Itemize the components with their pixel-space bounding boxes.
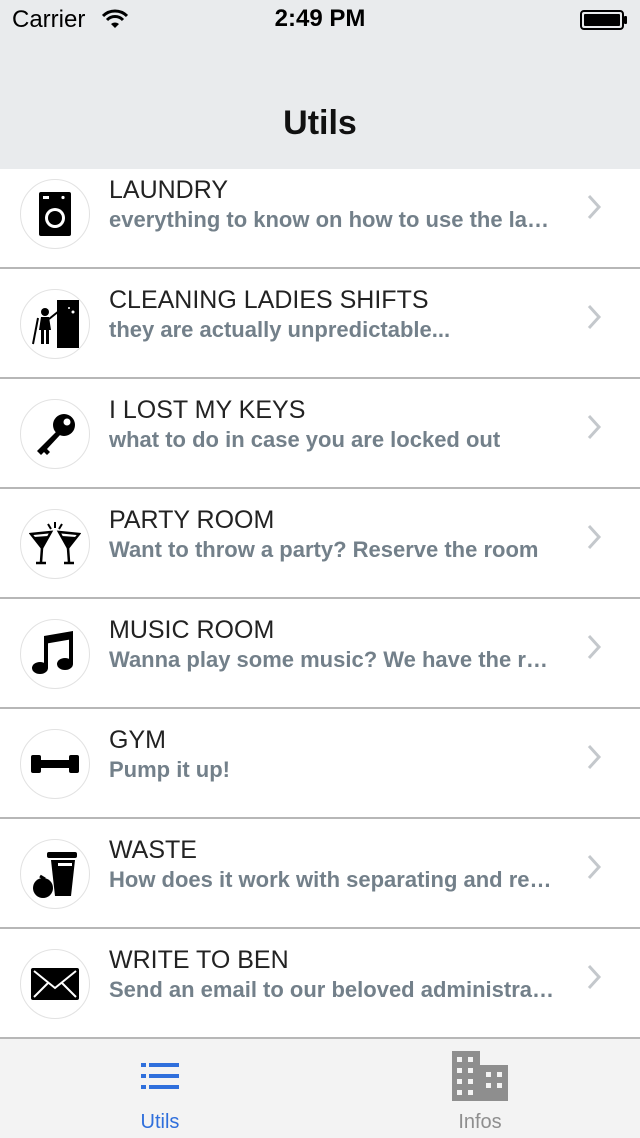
tab-infos[interactable]: Infos: [320, 1039, 640, 1138]
status-bar: Carrier 2:49 PM: [0, 0, 640, 40]
navigation-bar: Utils: [0, 40, 640, 170]
list-item-laundry[interactable]: LAUNDRY everything to know on how to use…: [0, 169, 640, 269]
tab-bar: Utils Infos: [0, 1037, 640, 1138]
list-item-title: LAUNDRY: [109, 176, 229, 204]
dumbbell-icon: [20, 729, 90, 799]
list-item-subtitle: they are actually unpredictable...: [109, 317, 451, 342]
list-item-subtitle: Want to throw a party? Reserve the room: [109, 537, 539, 562]
tab-label: Infos: [458, 1111, 502, 1133]
envelope-icon: [20, 949, 90, 1019]
list-item-title: GYM: [109, 726, 166, 754]
cocktail-glasses-icon: [20, 509, 90, 579]
list-item-waste[interactable]: WASTE How does it work with separating a…: [0, 819, 640, 929]
list-item-subtitle: Send an email to our beloved administrat…: [109, 977, 554, 1002]
tab-utils[interactable]: Utils: [0, 1039, 320, 1138]
chevron-right-icon: [587, 194, 602, 220]
chevron-right-icon: [587, 854, 602, 880]
list-item-title: MUSIC ROOM: [109, 616, 275, 644]
list-item-gym[interactable]: GYM Pump it up!: [0, 709, 640, 819]
chevron-right-icon: [587, 634, 602, 660]
washing-machine-icon: [20, 179, 90, 249]
list-item-title: CLEANING LADIES SHIFTS: [109, 286, 429, 314]
list-item-subtitle: How does it work with separating and rec…: [109, 867, 554, 892]
status-time: 2:49 PM: [274, 5, 366, 32]
list-item-title: WRITE TO BEN: [109, 946, 289, 974]
list-item-title: WASTE: [109, 836, 197, 864]
list-item-cleaning-ladies-shifts[interactable]: CLEANING LADIES SHIFTS they are actually…: [0, 269, 640, 379]
list-item-music-room[interactable]: MUSIC ROOM Wanna play some music? We hav…: [0, 599, 640, 709]
chevron-right-icon: [587, 304, 602, 330]
list-item-title: I LOST MY KEYS: [109, 396, 306, 424]
list-item-i-lost-my-keys[interactable]: I LOST MY KEYS what to do in case you ar…: [0, 379, 640, 489]
chevron-right-icon: [587, 524, 602, 550]
chevron-right-icon: [587, 414, 602, 440]
building-icon: [452, 1051, 508, 1101]
tab-label: Utils: [140, 1111, 180, 1133]
list-item-title: PARTY ROOM: [109, 506, 275, 534]
key-icon: [20, 399, 90, 469]
music-note-icon: [20, 619, 90, 689]
chevron-right-icon: [587, 964, 602, 990]
list-item-subtitle: everything to know on how to use the lau…: [109, 207, 554, 232]
battery-icon: [580, 10, 627, 30]
utils-list[interactable]: LAUNDRY everything to know on how to use…: [0, 169, 640, 1037]
list-icon: [141, 1063, 179, 1089]
list-item-subtitle: Pump it up!: [109, 757, 230, 782]
page-title: Utils: [283, 104, 357, 142]
list-item-write-to-ben[interactable]: WRITE TO BEN Send an email to our belove…: [0, 929, 640, 1037]
list-item-party-room[interactable]: PARTY ROOM Want to throw a party? Reserv…: [0, 489, 640, 599]
trash-bin-icon: [20, 839, 90, 909]
list-item-subtitle: Wanna play some music? We have the room: [109, 647, 554, 672]
list-item-subtitle: what to do in case you are locked out: [109, 427, 501, 452]
chevron-right-icon: [587, 744, 602, 770]
cleaning-lady-icon: [20, 289, 90, 359]
